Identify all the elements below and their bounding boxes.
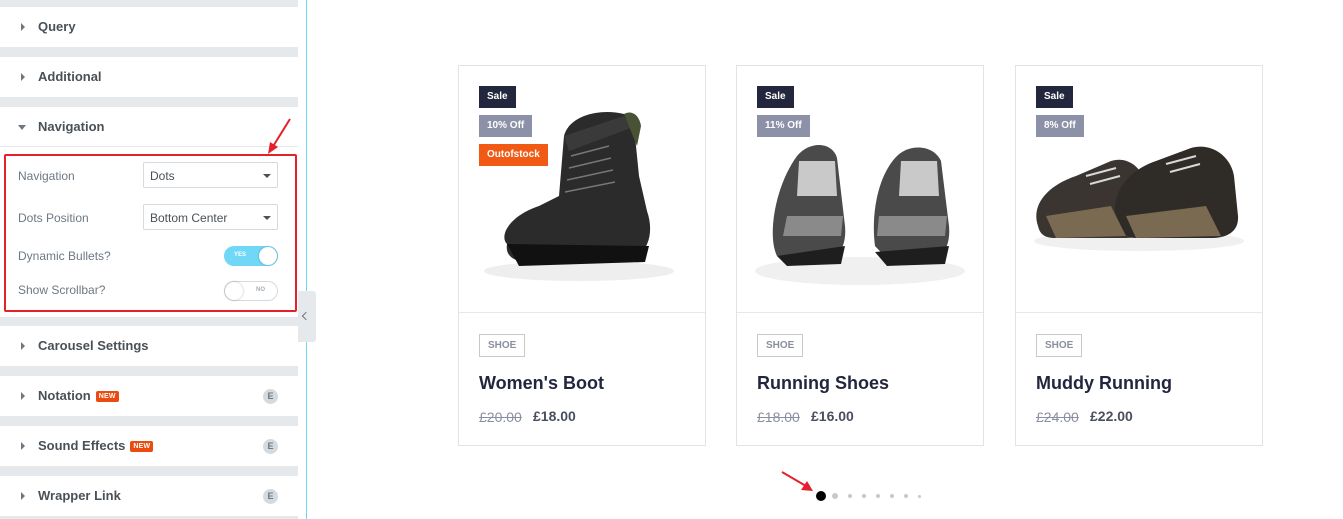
sale-tag: Sale bbox=[1036, 86, 1073, 108]
section-wrapper-link[interactable]: Wrapper Link E bbox=[0, 476, 298, 516]
section-title: Navigation bbox=[38, 119, 105, 134]
settings-panel: Query Additional Navigation Navigation D… bbox=[0, 0, 298, 519]
section-notation[interactable]: Notation NEW E bbox=[0, 376, 298, 416]
category-tag[interactable]: SHOE bbox=[1036, 334, 1083, 357]
section-additional[interactable]: Additional bbox=[0, 57, 298, 97]
new-badge: NEW bbox=[95, 391, 119, 402]
carousel-dot[interactable] bbox=[832, 493, 838, 499]
caret-right-icon bbox=[21, 442, 25, 450]
annotation-highlight-box bbox=[4, 154, 297, 312]
category-tag[interactable]: SHOE bbox=[479, 334, 526, 357]
caret-right-icon bbox=[21, 342, 25, 350]
discount-tag: 10% Off bbox=[479, 115, 533, 137]
section-carousel-settings[interactable]: Carousel Settings bbox=[0, 326, 298, 366]
section-query[interactable]: Query bbox=[0, 7, 298, 47]
old-price: £20.00 bbox=[479, 409, 522, 425]
current-price: £22.00 bbox=[1090, 408, 1133, 424]
sale-tag: Sale bbox=[757, 86, 794, 108]
old-price: £24.00 bbox=[1036, 409, 1079, 425]
product-name[interactable]: Running Shoes bbox=[757, 373, 889, 394]
product-name[interactable]: Women's Boot bbox=[479, 373, 604, 394]
current-price: £18.00 bbox=[533, 408, 576, 424]
carousel-dot[interactable] bbox=[876, 494, 880, 498]
new-badge: NEW bbox=[130, 441, 154, 452]
caret-right-icon bbox=[21, 73, 25, 81]
annotation-arrow-icon bbox=[781, 471, 813, 491]
out-of-stock-tag: Outofstock bbox=[479, 144, 548, 166]
section-title: Wrapper Link bbox=[38, 488, 121, 503]
collapse-panel-button[interactable] bbox=[298, 291, 316, 342]
product-card[interactable]: Sale 11% Off SHOE Running Shoes £18.00 £… bbox=[736, 65, 984, 446]
product-image[interactable]: Sale 8% Off bbox=[1016, 66, 1262, 313]
old-price: £18.00 bbox=[757, 409, 800, 425]
product-name[interactable]: Muddy Running bbox=[1036, 373, 1172, 394]
section-title: Sound Effects NEW bbox=[38, 438, 154, 453]
caret-right-icon bbox=[21, 392, 25, 400]
product-image[interactable]: Sale 10% Off Outofstock bbox=[459, 66, 705, 313]
category-tag[interactable]: SHOE bbox=[757, 334, 804, 357]
caret-down-icon bbox=[18, 125, 26, 130]
annotation-arrow-icon bbox=[268, 118, 291, 154]
section-navigation[interactable]: Navigation bbox=[0, 107, 298, 147]
section-title: Carousel Settings bbox=[38, 338, 149, 353]
carousel-dot-active[interactable] bbox=[816, 491, 826, 501]
caret-right-icon bbox=[21, 492, 25, 500]
section-title-text: Sound Effects bbox=[38, 438, 126, 453]
elementor-pro-icon: E bbox=[263, 389, 278, 404]
current-price: £16.00 bbox=[811, 408, 854, 424]
product-image[interactable]: Sale 11% Off bbox=[737, 66, 983, 313]
discount-tag: 11% Off bbox=[757, 115, 810, 137]
elementor-pro-icon: E bbox=[263, 439, 278, 454]
section-title-text: Notation bbox=[38, 388, 91, 403]
product-card[interactable]: Sale 8% Off SHOE Muddy Running £24.00 £2… bbox=[1015, 65, 1263, 446]
discount-tag: 8% Off bbox=[1036, 115, 1084, 137]
section-title: Query bbox=[38, 19, 76, 34]
carousel-dot[interactable] bbox=[904, 494, 908, 498]
carousel-dot[interactable] bbox=[862, 494, 866, 498]
sale-tag: Sale bbox=[479, 86, 516, 108]
carousel-dot[interactable] bbox=[848, 494, 852, 498]
elementor-pro-icon: E bbox=[263, 489, 278, 504]
caret-right-icon bbox=[21, 23, 25, 31]
product-card[interactable]: Sale 10% Off Outofstock SHOE Women's Boo… bbox=[458, 65, 706, 446]
panel-divider bbox=[306, 0, 307, 519]
section-title: Additional bbox=[38, 69, 102, 84]
carousel-dot[interactable] bbox=[890, 494, 894, 498]
chevron-left-icon bbox=[301, 311, 311, 321]
section-sound-effects[interactable]: Sound Effects NEW E bbox=[0, 426, 298, 466]
carousel-dot[interactable] bbox=[918, 494, 921, 498]
section-title: Notation NEW bbox=[38, 388, 119, 403]
